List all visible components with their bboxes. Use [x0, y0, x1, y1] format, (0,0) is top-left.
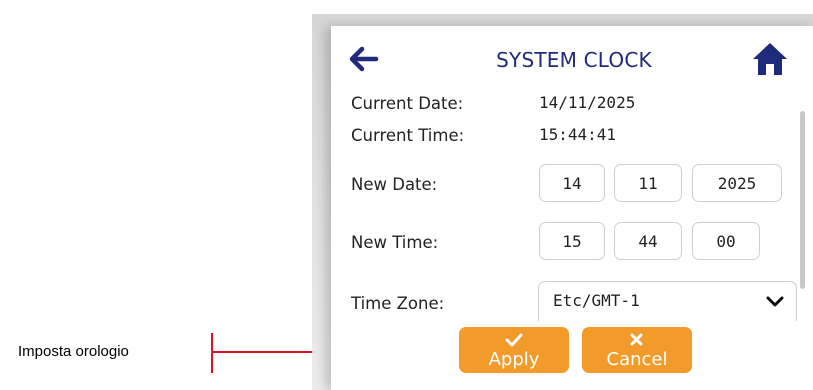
new-date-year-field[interactable]: 2025	[692, 164, 782, 202]
annotation-tick	[211, 333, 213, 373]
cancel-button[interactable]: Cancel	[582, 327, 692, 373]
current-time-label: Current Time:	[351, 126, 465, 145]
time-zone-select[interactable]: Etc/GMT-1	[538, 281, 797, 321]
time-zone-label: Time Zone:	[351, 294, 445, 313]
current-date-value: 14/11/2025	[539, 93, 636, 112]
system-clock-panel: SYSTEM CLOCK Current Date: 14/11/2025 Cu…	[331, 26, 813, 390]
close-icon	[630, 333, 643, 346]
time-zone-value: Etc/GMT-1	[553, 291, 640, 310]
title-bar: SYSTEM CLOCK	[331, 26, 813, 96]
apply-button-label: Apply	[488, 349, 540, 370]
cancel-button-label: Cancel	[606, 349, 668, 370]
new-time-second-field[interactable]: 00	[692, 222, 760, 260]
new-time-hour-field[interactable]: 15	[539, 222, 605, 260]
current-date-label: Current Date:	[351, 94, 464, 113]
home-icon	[753, 43, 787, 75]
new-time-minute-field[interactable]: 44	[614, 222, 682, 260]
new-date-month-field[interactable]: 11	[614, 164, 682, 202]
current-time-value: 15:44:41	[539, 125, 617, 144]
new-date-label: New Date:	[351, 175, 438, 194]
scrollbar[interactable]	[800, 111, 805, 289]
page-title: SYSTEM CLOCK	[496, 48, 652, 72]
apply-button[interactable]: Apply	[459, 327, 569, 373]
new-time-label: New Time:	[351, 233, 439, 252]
new-date-day-field[interactable]: 14	[539, 164, 605, 202]
home-button[interactable]	[751, 41, 789, 77]
check-icon	[505, 333, 523, 347]
chevron-down-icon	[766, 296, 784, 307]
annotation-label: Imposta orologio	[18, 343, 129, 360]
